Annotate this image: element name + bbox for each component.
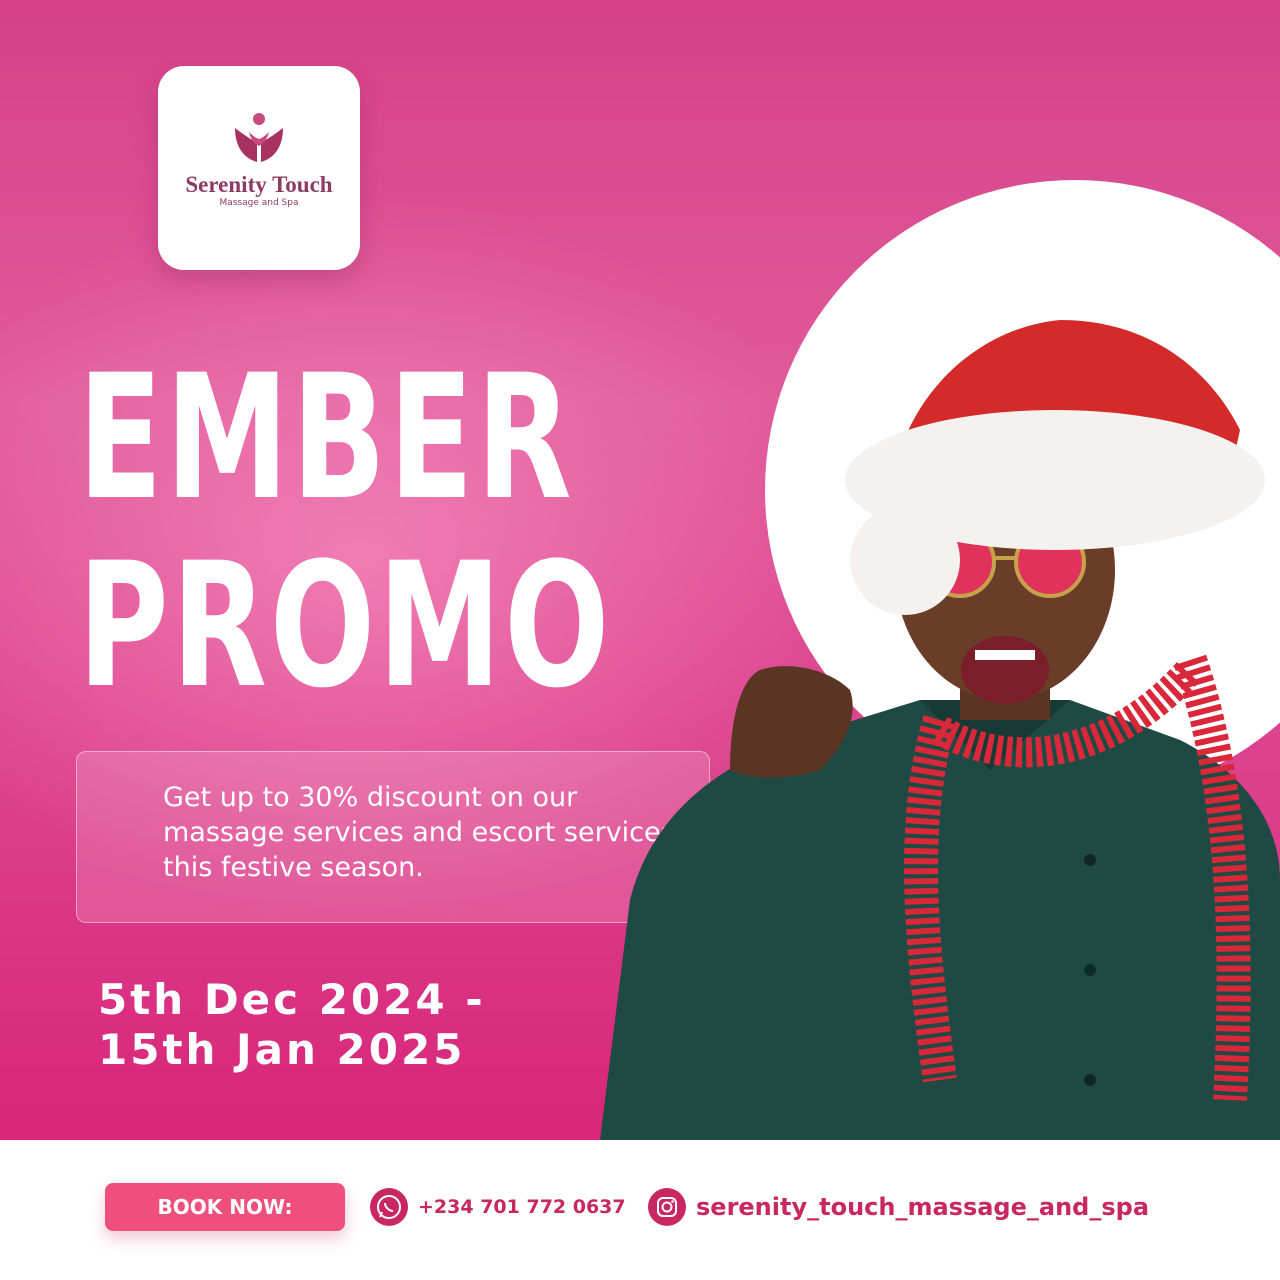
brand-name: Serenity Touch xyxy=(185,172,333,197)
brand-tagline: Massage and Spa xyxy=(219,198,299,208)
tulip-icon xyxy=(235,113,283,162)
whatsapp-icon xyxy=(370,1188,408,1226)
phone-number: +234 701 772 0637 xyxy=(418,1196,626,1218)
phone-contact[interactable]: +234 701 772 0637 xyxy=(370,1188,626,1226)
promo-dates: 5th Dec 2024 - 15th Jan 2025 xyxy=(98,975,486,1075)
instagram-icon xyxy=(648,1188,686,1226)
footer-bar: BOOK NOW: +234 701 772 0637 serenity_tou… xyxy=(0,1140,1280,1280)
brand-logo: Serenity Touch Massage and Spa xyxy=(158,66,360,270)
date-start: 5th Dec 2024 - xyxy=(98,975,486,1024)
date-end: 15th Jan 2025 xyxy=(98,1025,466,1074)
headline-line-1: EMBER xyxy=(78,337,575,538)
instagram-handle: serenity_touch_massage_and_spa xyxy=(696,1193,1150,1221)
promo-poster: Serenity Touch Massage and Spa EMBER PRO… xyxy=(0,0,1280,1280)
instagram-contact[interactable]: serenity_touch_massage_and_spa xyxy=(648,1188,1149,1226)
hero-background: Serenity Touch Massage and Spa EMBER PRO… xyxy=(0,0,1280,1140)
headline-line-2: PROMO xyxy=(78,525,613,726)
book-now-button[interactable]: BOOK NOW: xyxy=(105,1183,345,1231)
man-in-santa-hat-photo xyxy=(600,320,1280,1140)
